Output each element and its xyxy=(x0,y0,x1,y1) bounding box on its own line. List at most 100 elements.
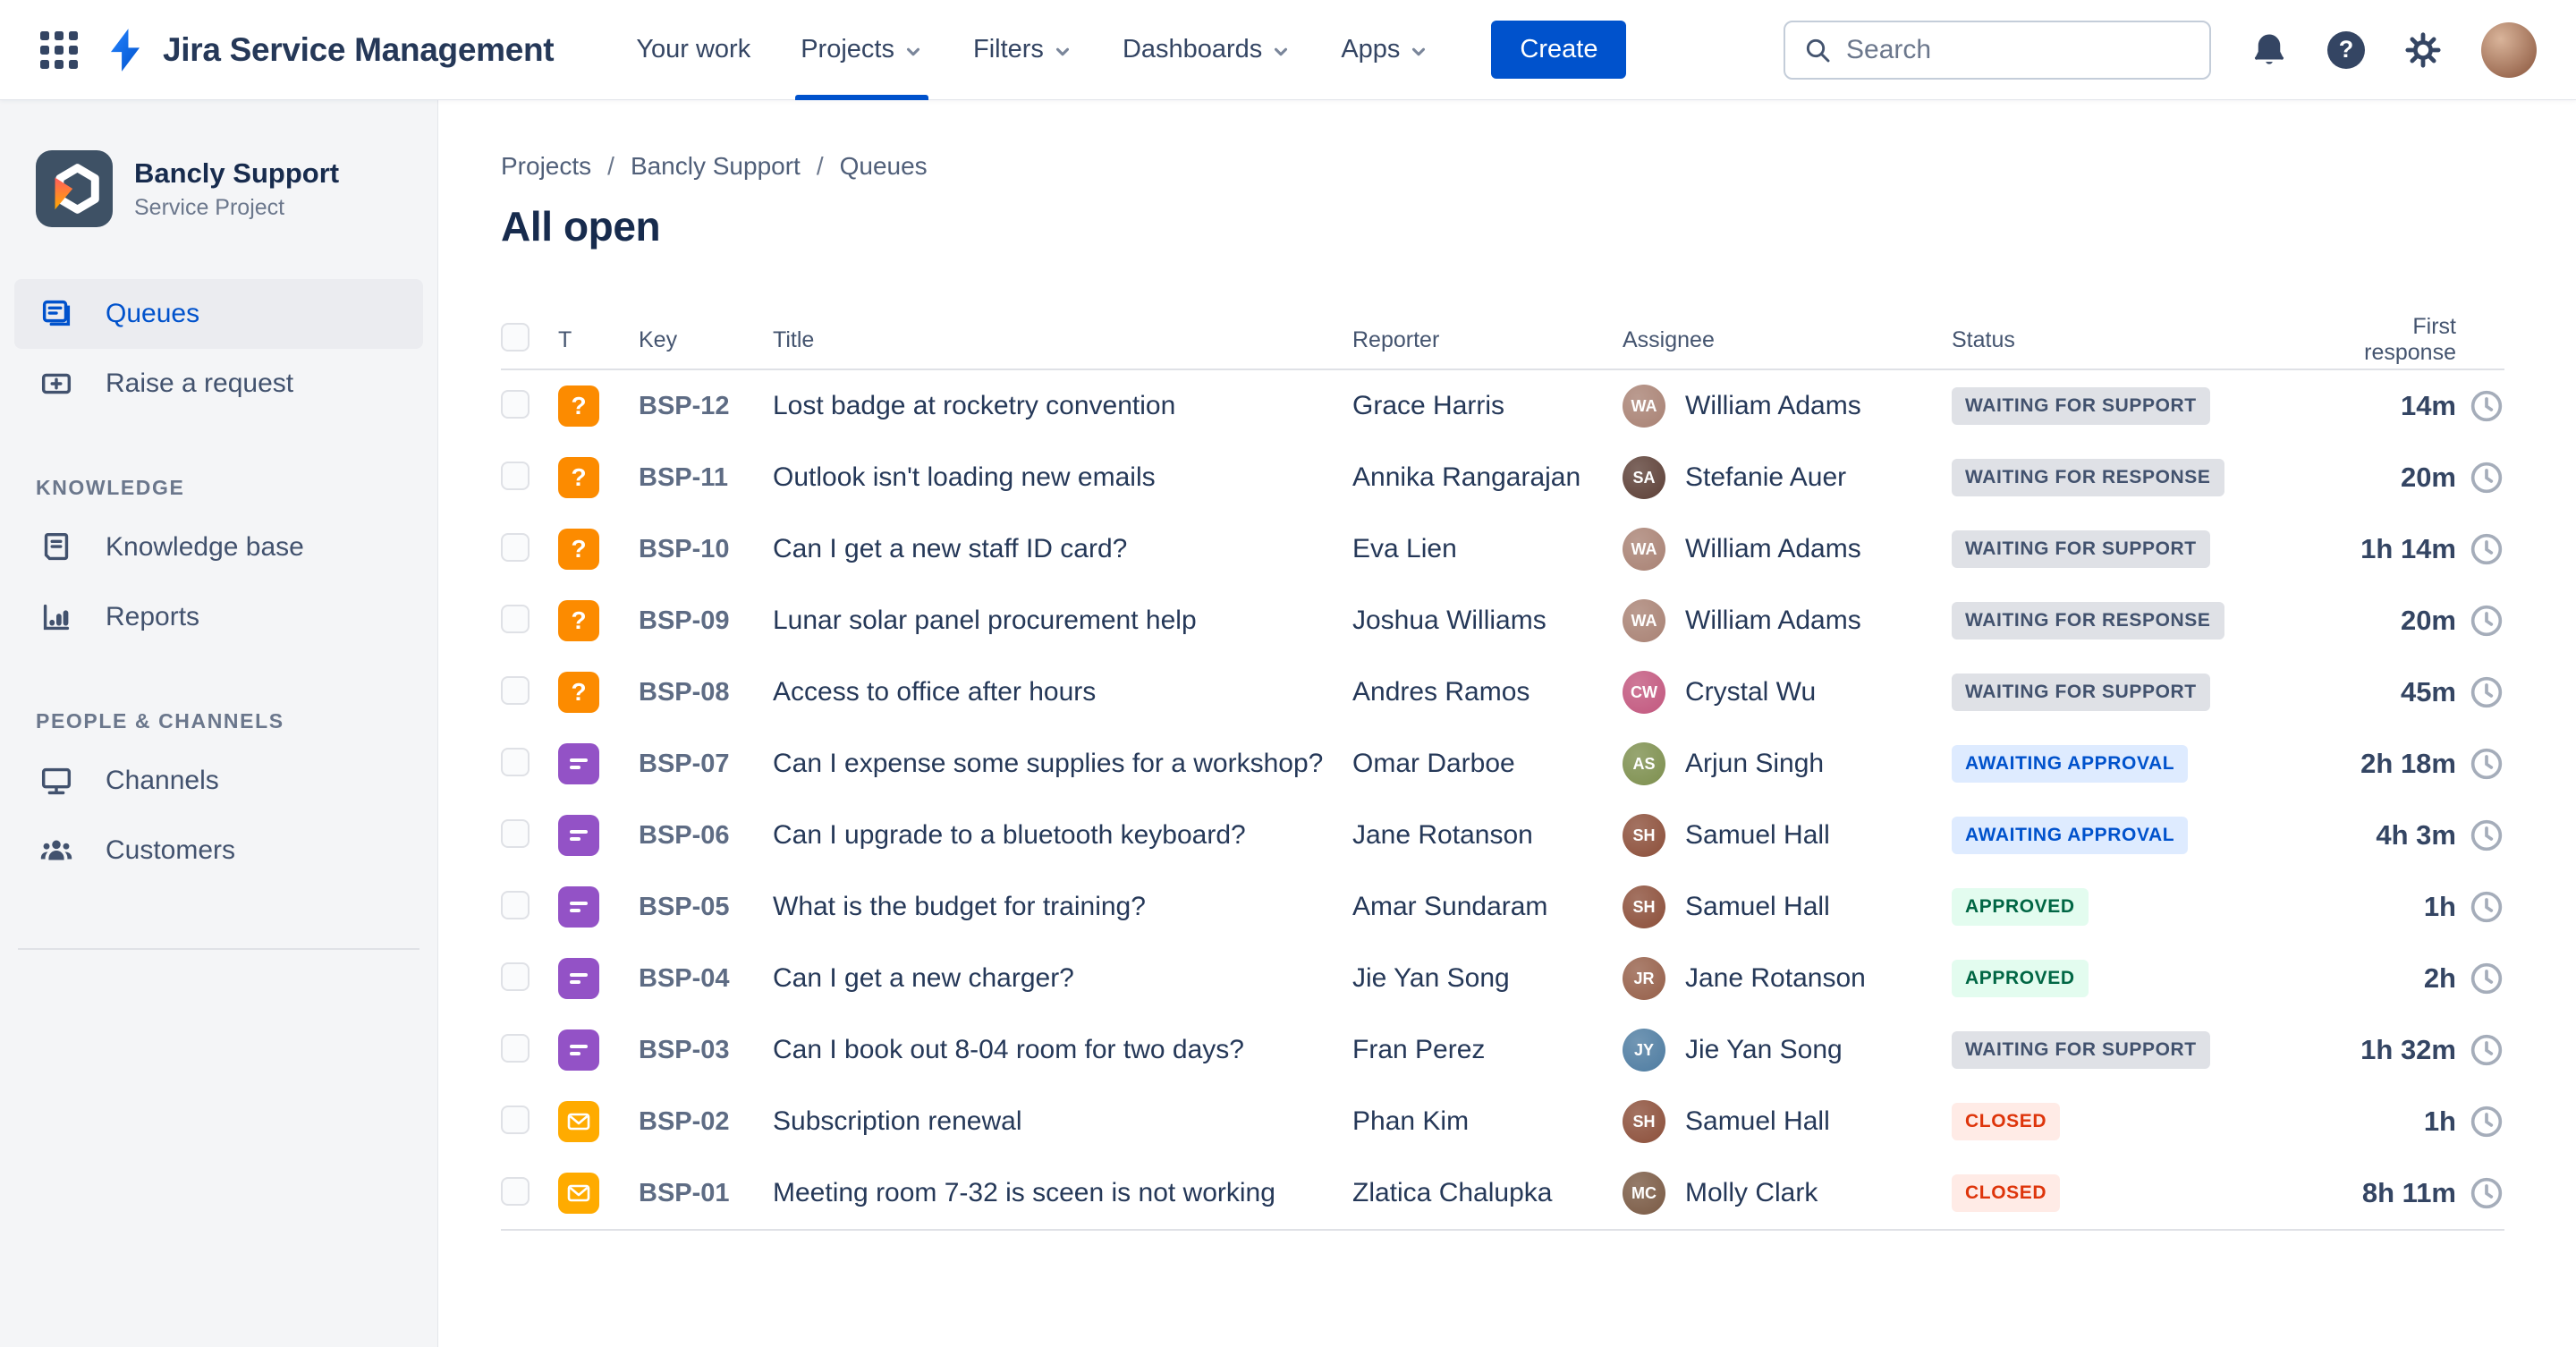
notifications-bell-icon[interactable] xyxy=(2249,30,2290,71)
issue-title-link[interactable]: Lunar solar panel procurement help xyxy=(773,606,1197,635)
row-checkbox[interactable] xyxy=(501,532,530,562)
user-avatar[interactable] xyxy=(2481,21,2537,78)
row-checkbox[interactable] xyxy=(501,747,530,776)
queue-row[interactable]: ? BSP-11 Outlook isn't loading new email… xyxy=(501,442,2504,513)
sidebar-item-label: Customers xyxy=(106,835,236,865)
select-all-checkbox[interactable] xyxy=(501,322,530,352)
row-checkbox[interactable] xyxy=(501,461,530,490)
sidebar-item-reports[interactable]: Reports xyxy=(14,582,423,652)
project-header[interactable]: Bancly Support Service Project xyxy=(0,150,437,227)
status-badge: WAITING FOR SUPPORT xyxy=(1952,387,2210,425)
sidebar-section-knowledge: KNOWLEDGE xyxy=(36,476,185,499)
search-icon xyxy=(1806,38,1830,62)
issue-title-link[interactable]: Can I book out 8-04 room for two days? xyxy=(773,1035,1244,1064)
queue-row[interactable]: ? BSP-08 Access to office after hours An… xyxy=(501,657,2504,728)
row-checkbox[interactable] xyxy=(501,890,530,919)
issue-key: BSP-12 xyxy=(639,391,730,420)
row-checkbox[interactable] xyxy=(501,818,530,848)
request-type-icon xyxy=(558,1173,599,1214)
row-checkbox[interactable] xyxy=(501,604,530,633)
status-badge: CLOSED xyxy=(1952,1103,2061,1140)
queue-table-body: ? BSP-12 Lost badge at rocketry conventi… xyxy=(501,370,2504,1231)
row-checkbox[interactable] xyxy=(501,962,530,991)
queue-row[interactable]: BSP-05 What is the budget for training? … xyxy=(501,871,2504,943)
issue-title-link[interactable]: Can I upgrade to a bluetooth keyboard? xyxy=(773,820,1246,850)
assignee-name: Samuel Hall xyxy=(1685,1106,1830,1136)
assignee-avatar: WA xyxy=(1623,528,1665,571)
request-type-icon xyxy=(558,743,599,784)
sidebar-item-label: Queues xyxy=(106,299,200,328)
reporter-name: Grace Harris xyxy=(1352,391,1505,420)
search-input[interactable] xyxy=(1846,34,2191,65)
settings-gear-icon[interactable] xyxy=(2402,30,2444,71)
status-badge: AWAITING APPROVAL xyxy=(1952,745,2189,783)
sidebar-item-queues[interactable]: Queues xyxy=(14,279,423,349)
breadcrumb-projects[interactable]: Projects xyxy=(501,152,631,181)
sidebar-item-knowledge-base[interactable]: Knowledge base xyxy=(14,513,423,582)
queue-row[interactable]: ? BSP-09 Lunar solar panel procurement h… xyxy=(501,585,2504,657)
assignee-name: Arjun Singh xyxy=(1685,749,1825,778)
status-badge: WAITING FOR RESPONSE xyxy=(1952,459,2224,496)
first-response-time: 14m xyxy=(2400,390,2456,421)
customers-icon xyxy=(40,840,72,860)
sidebar-item-raise-a-request[interactable]: Raise a request xyxy=(14,349,423,419)
nav-item-dashboards[interactable]: Dashboards xyxy=(1097,0,1316,100)
first-response-time: 1h 14m xyxy=(2360,533,2456,564)
row-checkbox[interactable] xyxy=(501,1176,530,1206)
column-header-key: Key xyxy=(639,326,678,352)
issue-title-link[interactable]: Can I get a new charger? xyxy=(773,963,1074,993)
queue-row[interactable]: BSP-01 Meeting room 7-32 is sceen is not… xyxy=(501,1157,2504,1229)
row-checkbox[interactable] xyxy=(501,675,530,705)
sidebar-item-label: Knowledge base xyxy=(106,532,304,562)
help-icon[interactable]: ? xyxy=(2327,30,2365,69)
assignee-avatar: CW xyxy=(1623,671,1665,714)
nav-item-your-work[interactable]: Your work xyxy=(611,0,775,100)
issue-key: BSP-04 xyxy=(639,963,730,993)
breadcrumb-queues[interactable]: Queues xyxy=(840,152,928,181)
clock-icon xyxy=(2470,462,2503,494)
issue-title-link[interactable]: Meeting room 7-32 is sceen is not workin… xyxy=(773,1178,1275,1207)
row-checkbox[interactable] xyxy=(501,1105,530,1134)
queue-row[interactable]: BSP-07 Can I expense some supplies for a… xyxy=(501,728,2504,800)
issue-title-link[interactable]: Subscription renewal xyxy=(773,1106,1021,1136)
sidebar-item-channels[interactable]: Channels xyxy=(14,746,423,816)
sidebar-item-customers[interactable]: Customers xyxy=(14,816,423,885)
queue-row[interactable]: BSP-06 Can I upgrade to a bluetooth keyb… xyxy=(501,800,2504,871)
create-button[interactable]: Create xyxy=(1491,21,1627,79)
request-type-icon: ? xyxy=(558,600,599,641)
nav-item-projects[interactable]: Projects xyxy=(775,0,948,100)
queue-row[interactable]: BSP-03 Can I book out 8-04 room for two … xyxy=(501,1014,2504,1086)
status-badge: CLOSED xyxy=(1952,1174,2061,1212)
reporter-name: Joshua Williams xyxy=(1352,606,1546,635)
status-badge: APPROVED xyxy=(1952,888,2089,926)
request-type-icon xyxy=(558,1029,599,1071)
nav-item-label: Your work xyxy=(636,35,751,64)
nav-item-filters[interactable]: Filters xyxy=(948,0,1097,100)
row-checkbox[interactable] xyxy=(501,1033,530,1063)
queue-row[interactable]: ? BSP-12 Lost badge at rocketry conventi… xyxy=(501,370,2504,442)
issue-title-link[interactable]: Access to office after hours xyxy=(773,677,1096,707)
queue-row[interactable]: BSP-02 Subscription renewal Phan Kim SH … xyxy=(501,1086,2504,1157)
issue-title-link[interactable]: Lost badge at rocketry convention xyxy=(773,391,1175,420)
assignee-name: Molly Clark xyxy=(1685,1178,1818,1207)
issue-title-link[interactable]: Can I expense some supplies for a worksh… xyxy=(773,749,1323,778)
brand[interactable]: Jira Service Management xyxy=(102,27,555,73)
breadcrumb-project[interactable]: Bancly Support xyxy=(631,152,840,181)
search-box[interactable] xyxy=(1784,20,2211,80)
nav-item-apps[interactable]: Apps xyxy=(1316,0,1453,100)
issue-key: BSP-07 xyxy=(639,749,730,778)
row-checkbox[interactable] xyxy=(501,389,530,419)
request-type-icon xyxy=(558,1101,599,1142)
issue-title-link[interactable]: Can I get a new staff ID card? xyxy=(773,534,1127,563)
issue-title-link[interactable]: Outlook isn't loading new emails xyxy=(773,462,1156,492)
assignee-avatar: JR xyxy=(1623,957,1665,1000)
queue-row[interactable]: BSP-04 Can I get a new charger? Jie Yan … xyxy=(501,943,2504,1014)
issue-title-link[interactable]: What is the budget for training? xyxy=(773,892,1146,921)
reporter-name: Amar Sundaram xyxy=(1352,892,1548,921)
first-response-time: 20m xyxy=(2400,462,2456,493)
queue-row[interactable]: ? BSP-10 Can I get a new staff ID card? … xyxy=(501,513,2504,585)
nav-item-label: Projects xyxy=(801,35,894,64)
assignee-name: William Adams xyxy=(1685,606,1861,635)
app-switcher-icon[interactable] xyxy=(39,30,79,70)
status-badge: WAITING FOR SUPPORT xyxy=(1952,530,2210,568)
